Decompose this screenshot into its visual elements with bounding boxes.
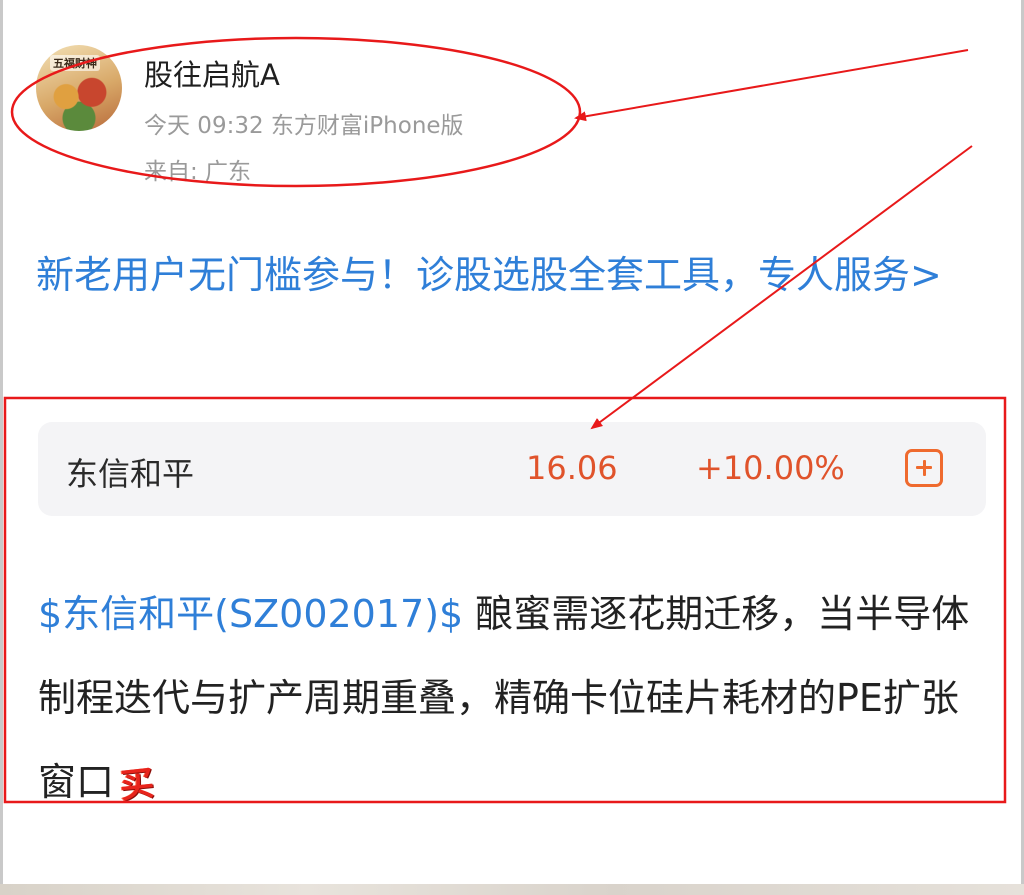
screenshot-edge-left <box>0 0 3 895</box>
post-time: 今天 09:32 <box>144 113 264 139</box>
post-body: $东信和平(SZ002017)$ 酿蜜需逐花期迁移，当半导体制程迭代与扩产周期重… <box>38 572 988 824</box>
post-client: 东方财富iPhone版 <box>270 113 464 139</box>
buy-badge-icon: 买 <box>118 762 157 807</box>
add-to-watchlist-plus-icon[interactable] <box>905 449 943 487</box>
stock-name[interactable]: 东信和平 <box>66 449 194 495</box>
avatar[interactable]: 五福财神 <box>36 45 122 131</box>
author-name[interactable]: 股往启航A <box>144 52 280 94</box>
stock-change: +10.00% <box>696 449 845 487</box>
stock-price: 16.06 <box>526 449 618 487</box>
stock-tag-link[interactable]: $东信和平(SZ002017)$ <box>38 592 463 636</box>
stock-card[interactable]: 东信和平 16.06 +10.00% <box>38 422 986 516</box>
screenshot-edge-bottom <box>0 884 1024 895</box>
annotation-arrow-to-author <box>574 49 969 122</box>
promo-link[interactable]: 新老用户无门槛参与！诊股选股全套工具，专人服务> <box>36 242 996 308</box>
post-location: 来自: 广东 <box>144 159 252 185</box>
avatar-caption: 五福财神 <box>50 55 100 71</box>
post-meta: 今天 09:32 东方财富iPhone版 <box>144 106 464 140</box>
